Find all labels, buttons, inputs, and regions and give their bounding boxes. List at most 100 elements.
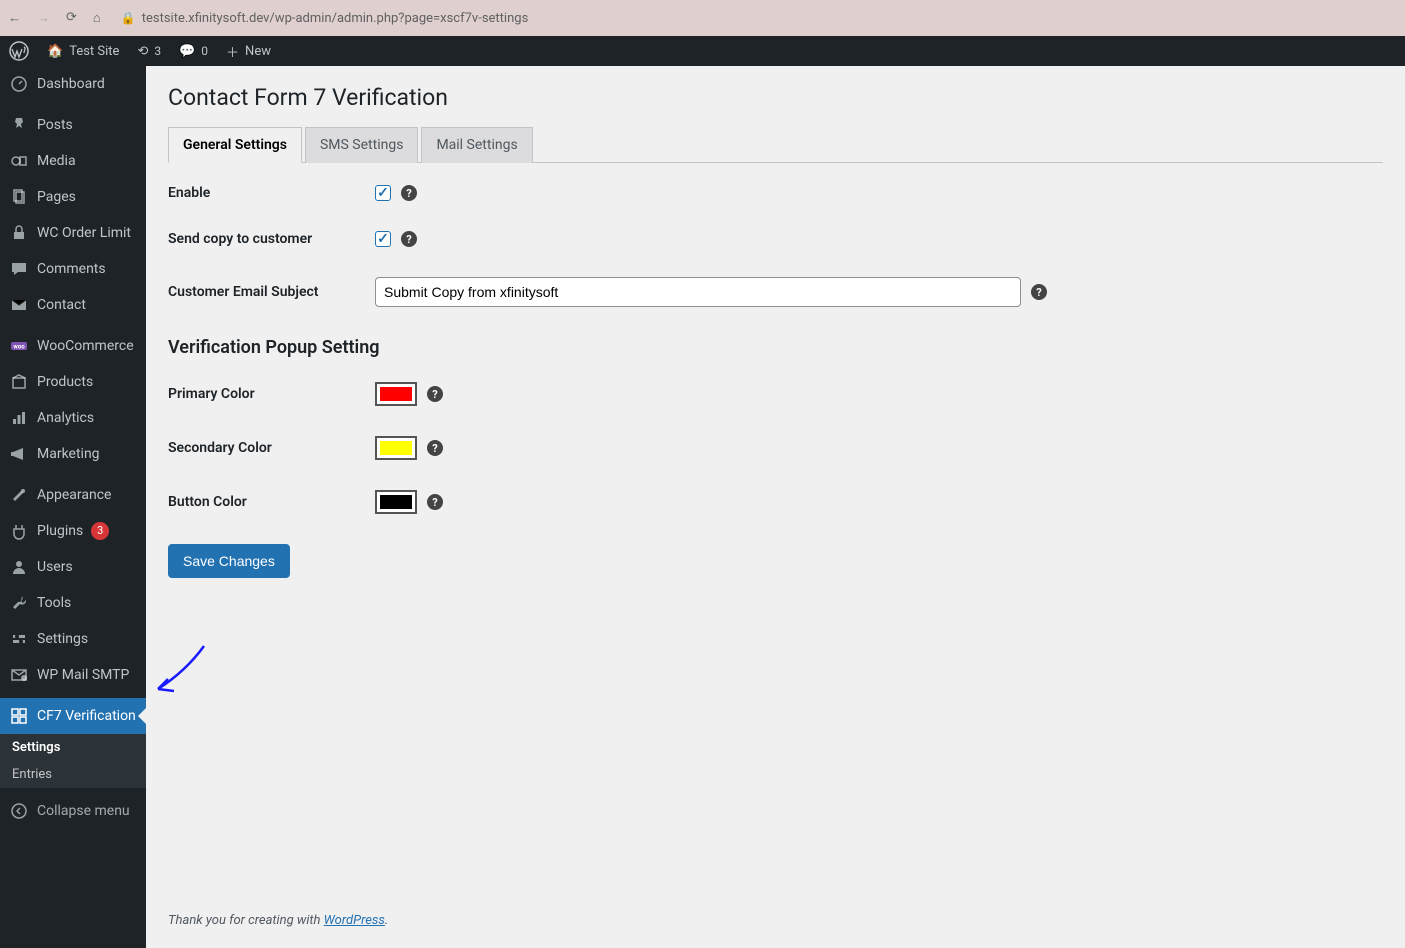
- save-button[interactable]: Save Changes: [168, 544, 290, 578]
- wp-logo[interactable]: [0, 36, 38, 66]
- site-name-link[interactable]: 🏠 Test Site: [38, 36, 128, 66]
- sidebar-label: Contact: [37, 297, 86, 313]
- sidebar-label: Plugins: [37, 523, 83, 539]
- enable-checkbox[interactable]: [375, 185, 391, 201]
- sidebar-item-settings[interactable]: Settings: [0, 621, 146, 657]
- browser-chrome: ← → ⟳ ⌂ 🔒 testsite.xfinitysoft.dev/wp-ad…: [0, 0, 1405, 36]
- comments-link[interactable]: 💬 0: [170, 36, 217, 66]
- url-text: testsite.xfinitysoft.dev/wp-admin/admin.…: [142, 11, 529, 26]
- pin-icon: [9, 115, 29, 135]
- primary-color-label: Primary Color: [168, 386, 375, 402]
- annotation-arrow: [146, 641, 216, 701]
- help-icon[interactable]: ?: [1031, 284, 1047, 300]
- sidebar-item-comments[interactable]: Comments: [0, 251, 146, 287]
- sidebar-label: WooCommerce: [37, 338, 134, 354]
- tools-icon: [9, 593, 29, 613]
- row-email-subject: Customer Email Subject ?: [168, 277, 1383, 307]
- back-icon[interactable]: ←: [8, 10, 21, 26]
- sidebar-item-posts[interactable]: Posts: [0, 107, 146, 143]
- row-enable: Enable ?: [168, 185, 1383, 201]
- wp-content: Contact Form 7 Verification General Sett…: [146, 66, 1405, 948]
- sidebar-item-cf7-verification[interactable]: CF7 Verification: [0, 698, 146, 734]
- collapse-menu[interactable]: Collapse menu: [0, 793, 146, 829]
- footer: Thank you for creating with WordPress.: [168, 913, 388, 928]
- products-icon: [9, 372, 29, 392]
- submenu-entries[interactable]: Entries: [0, 761, 146, 788]
- sidebar-item-dashboard[interactable]: Dashboard: [0, 66, 146, 102]
- secondary-color-picker[interactable]: [375, 436, 417, 460]
- wp-admin-bar: 🏠 Test Site ⟲ 3 💬 0 ＋ New: [0, 36, 1405, 66]
- plugins-badge: 3: [91, 522, 109, 540]
- footer-text-suffix: .: [385, 913, 388, 928]
- sidebar-label: Analytics: [37, 410, 94, 426]
- sidebar-label: Settings: [37, 631, 88, 647]
- home-icon[interactable]: ⌂: [93, 10, 101, 26]
- mail-icon: [9, 295, 29, 315]
- help-icon[interactable]: ?: [401, 185, 417, 201]
- comment-icon: 💬: [179, 44, 195, 59]
- sidebar-item-media[interactable]: Media: [0, 143, 146, 179]
- comment-icon: [9, 259, 29, 279]
- forward-icon[interactable]: →: [37, 10, 50, 26]
- secondary-color-label: Secondary Color: [168, 440, 375, 456]
- generic-icon: [9, 706, 29, 726]
- tab-mail[interactable]: Mail Settings: [421, 127, 532, 163]
- page-title: Contact Form 7 Verification: [168, 66, 1383, 127]
- send-copy-label: Send copy to customer: [168, 231, 375, 247]
- send-copy-checkbox[interactable]: [375, 231, 391, 247]
- cf7-verification-submenu: Settings Entries: [0, 734, 146, 788]
- sidebar-item-wp-mail-smtp[interactable]: WP Mail SMTP: [0, 657, 146, 693]
- help-icon[interactable]: ?: [427, 386, 443, 402]
- sidebar-label: Pages: [37, 189, 76, 205]
- wp-mail-smtp-icon: [9, 665, 29, 685]
- new-link[interactable]: ＋ New: [217, 36, 280, 66]
- analytics-icon: [9, 408, 29, 428]
- email-subject-input[interactable]: [375, 277, 1021, 307]
- help-icon[interactable]: ?: [401, 231, 417, 247]
- sidebar-item-products[interactable]: Products: [0, 364, 146, 400]
- dashboard-icon: [9, 74, 29, 94]
- address-bar[interactable]: 🔒 testsite.xfinitysoft.dev/wp-admin/admi…: [113, 5, 1397, 31]
- svg-text:woo: woo: [13, 344, 25, 351]
- users-icon: [9, 557, 29, 577]
- sidebar-label: Marketing: [37, 446, 100, 462]
- primary-color-picker[interactable]: [375, 382, 417, 406]
- submenu-settings[interactable]: Settings: [0, 734, 146, 761]
- sidebar-item-marketing[interactable]: Marketing: [0, 436, 146, 472]
- button-color-picker[interactable]: [375, 490, 417, 514]
- tab-general[interactable]: General Settings: [168, 127, 302, 163]
- sidebar-label: CF7 Verification: [37, 708, 136, 724]
- sidebar-item-wc-order-limit[interactable]: WC Order Limit: [0, 215, 146, 251]
- sidebar-label: Posts: [37, 117, 73, 133]
- tab-sms[interactable]: SMS Settings: [305, 127, 418, 163]
- help-icon[interactable]: ?: [427, 494, 443, 510]
- tabs: General Settings SMS Settings Mail Setti…: [168, 127, 1383, 163]
- wordpress-icon: [9, 41, 29, 61]
- browser-nav-icons: ← → ⟳ ⌂: [8, 10, 101, 26]
- sidebar-item-tools[interactable]: Tools: [0, 585, 146, 621]
- plus-icon: ＋: [226, 42, 239, 61]
- updates-link[interactable]: ⟲ 3: [128, 36, 170, 66]
- pages-icon: [9, 187, 29, 207]
- appearance-icon: [9, 485, 29, 505]
- sidebar-item-analytics[interactable]: Analytics: [0, 400, 146, 436]
- updates-count: 3: [154, 44, 161, 58]
- collapse-icon: [9, 801, 29, 821]
- footer-wordpress-link[interactable]: WordPress: [324, 913, 385, 928]
- site-name-label: Test Site: [69, 44, 119, 59]
- button-color-inner: [380, 495, 412, 509]
- reload-icon[interactable]: ⟳: [66, 10, 77, 26]
- row-send-copy: Send copy to customer ?: [168, 231, 1383, 247]
- sidebar-item-appearance[interactable]: Appearance: [0, 477, 146, 513]
- row-primary-color: Primary Color ?: [168, 382, 1383, 406]
- secondary-color-inner: [380, 441, 412, 455]
- woocommerce-icon: woo: [9, 336, 29, 356]
- sidebar-item-plugins[interactable]: Plugins 3: [0, 513, 146, 549]
- sidebar-item-woocommerce[interactable]: woo WooCommerce: [0, 328, 146, 364]
- help-icon[interactable]: ?: [427, 440, 443, 456]
- sidebar-item-contact[interactable]: Contact: [0, 287, 146, 323]
- sidebar-label: Dashboard: [37, 76, 105, 92]
- sidebar-item-users[interactable]: Users: [0, 549, 146, 585]
- sidebar-item-pages[interactable]: Pages: [0, 179, 146, 215]
- updates-icon: ⟲: [137, 44, 148, 59]
